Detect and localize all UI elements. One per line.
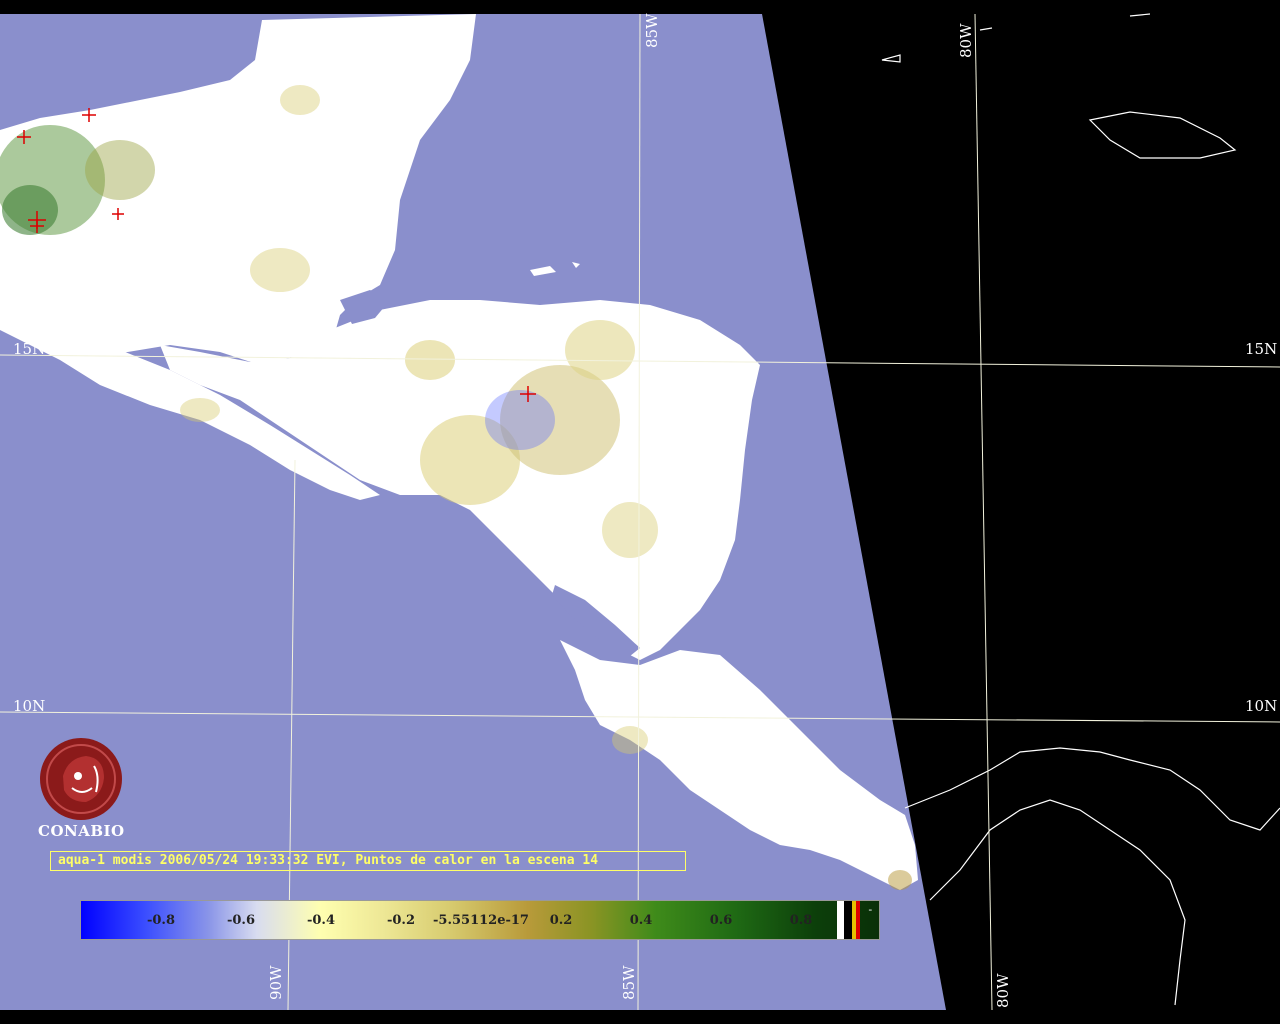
lon-label-80w-bottom: 80W [994, 973, 1012, 1008]
colorbar-tick: -5.55112e-17 [433, 913, 529, 928]
lat-label-15n-left: 15N [13, 340, 46, 358]
colorbar-tick: -0.2 [386, 913, 416, 928]
colorbar-special-label: - [867, 903, 874, 916]
lat-label-10n-left: 10N [13, 697, 46, 715]
colorbar-tick: -0.8 [146, 913, 176, 928]
colorbar-tick: 0.6 [709, 913, 733, 928]
lon-label-90w-bottom: 90W [267, 965, 285, 1000]
lon-label-85w-top: 85W [643, 13, 661, 48]
colorbar-tick: -0.6 [226, 913, 256, 928]
colorbar-tick: -0.4 [306, 913, 336, 928]
lon-label-85w-bottom: 85W [620, 965, 638, 1000]
colorbar-tick: 0.2 [549, 913, 573, 928]
scene-caption: aqua-1 modis 2006/05/24 19:33:32 EVI, Pu… [50, 851, 686, 871]
logo-text: CONABIO [38, 822, 125, 840]
colorbar-tick: 0.8 [789, 913, 813, 928]
conabio-logo-icon [40, 738, 122, 820]
colorbar-fire-swatch-red [856, 901, 860, 939]
lat-label-15n-right: 15N [1245, 340, 1278, 358]
lon-label-80w-top: 80W [957, 23, 975, 58]
colorbar-tick: 0.4 [629, 913, 653, 928]
evi-colorbar: -0.8 -0.6 -0.4 -0.2 -5.55112e-17 0.2 0.4… [80, 900, 880, 940]
colorbar-outside-swatch [844, 901, 852, 939]
lat-label-10n-right: 10N [1245, 697, 1278, 715]
colorbar-nodata-swatch [837, 901, 844, 939]
